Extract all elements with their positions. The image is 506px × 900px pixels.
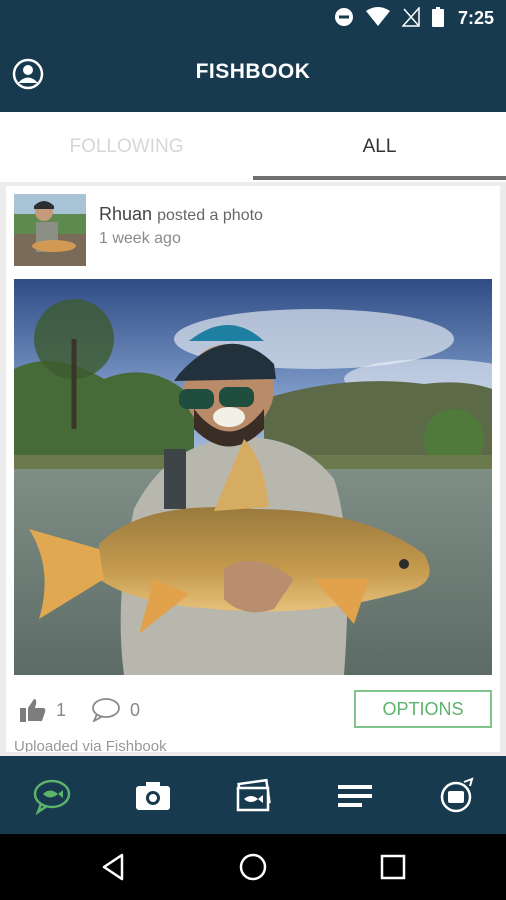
like-control[interactable]: 1 [20, 698, 66, 722]
no-signal-icon [402, 7, 420, 27]
options-button[interactable]: OPTIONS [354, 690, 492, 728]
photos-icon[interactable] [234, 776, 274, 816]
post-photo[interactable] [14, 279, 492, 675]
battery-icon [432, 7, 444, 27]
system-nav-bar [0, 834, 506, 900]
comment-count: 0 [130, 699, 141, 720]
fish-chat-icon[interactable] [32, 776, 72, 816]
post-card: Rhuan posted a photo 1 week ago 1 0 OPTI… [6, 186, 500, 752]
author-name[interactable]: Rhuan [99, 204, 152, 224]
wifi-icon [366, 7, 390, 26]
post-action: posted a photo [157, 207, 263, 224]
comment-control[interactable]: 0 [92, 698, 140, 722]
list-icon[interactable] [335, 776, 375, 816]
tab-all[interactable]: ALL [253, 112, 506, 182]
status-icons [334, 7, 444, 27]
camera-icon[interactable] [133, 776, 173, 816]
home-icon[interactable] [237, 851, 269, 883]
status-time: 7:25 [457, 8, 494, 28]
tab-bar: FOLLOWING ALL [0, 112, 506, 182]
post-header: Rhuan posted a photo [99, 204, 263, 225]
avatar[interactable] [14, 194, 86, 266]
bottom-nav [0, 756, 506, 834]
upload-note: Uploaded via Fishbook [14, 738, 167, 752]
back-icon[interactable] [98, 851, 130, 883]
status-bar: 7:25 [0, 0, 506, 36]
comment-bubble-icon[interactable] [92, 698, 120, 722]
app-bar: FISHBOOK [0, 36, 506, 112]
post-time: 1 week ago [99, 230, 181, 247]
do-not-disturb-icon [335, 8, 353, 26]
tab-active-indicator [253, 176, 506, 180]
like-count: 1 [56, 699, 67, 720]
fish-badge-icon[interactable] [436, 776, 476, 816]
tab-following[interactable]: FOLLOWING [0, 112, 253, 182]
app-title: FISHBOOK [195, 60, 311, 83]
thumbs-up-icon[interactable] [20, 698, 46, 722]
recents-icon[interactable] [377, 851, 409, 883]
